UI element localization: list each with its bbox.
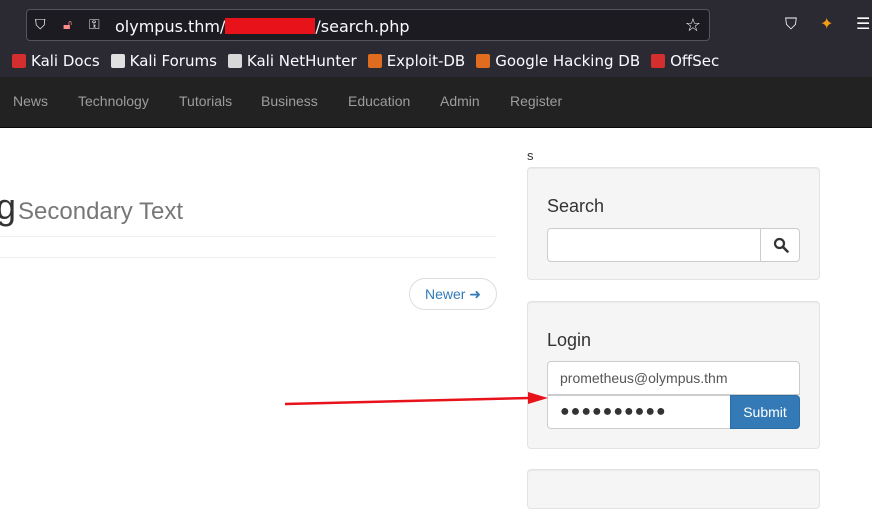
- login-widget: Login prometheus@olympus.thm ●●●●●●●●●● …: [527, 301, 820, 449]
- menu-icon[interactable]: ☰: [856, 14, 870, 33]
- address-bar[interactable]: ⛉ 🔓︎ ⚿ olympus.thm//search.php ☆: [26, 9, 710, 41]
- newer-button[interactable]: Newer ➜: [409, 278, 497, 310]
- shield-icon[interactable]: ⛉: [35, 17, 46, 33]
- pocket-icon[interactable]: ⛉: [785, 14, 797, 34]
- site-navbar: News Technology Tutorials Business Educa…: [0, 77, 872, 128]
- bookmark-label: OffSec: [670, 52, 720, 70]
- page-heading: gSecondary Text: [0, 186, 184, 227]
- offsec-icon: [651, 54, 666, 68]
- email-field[interactable]: prometheus@olympus.thm: [547, 361, 800, 395]
- insecure-lock-icon[interactable]: 🔓︎: [63, 17, 72, 33]
- page-heading-secondary: Secondary Text: [18, 198, 184, 225]
- bookmark-item[interactable]: Kali NetHunter: [227, 52, 357, 70]
- bookmark-item[interactable]: Google Hacking DB: [476, 52, 640, 70]
- bookmark-item[interactable]: Exploit-DB: [367, 52, 466, 70]
- search-title: Search: [547, 196, 605, 216]
- bookmark-item[interactable]: Kali Docs: [12, 52, 100, 70]
- exploit-db-icon: [367, 54, 382, 68]
- bookmarks-toolbar: Kali Docs Kali Forums Kali NetHunter Exploi…: [12, 51, 719, 71]
- search-input[interactable]: [547, 228, 761, 262]
- key-icon[interactable]: ⚿: [89, 17, 100, 33]
- stray-text: s: [527, 148, 534, 163]
- extension-icon[interactable]: ✦: [820, 14, 833, 33]
- bookmark-star-icon[interactable]: ☆: [685, 15, 701, 36]
- bookmark-label: Exploit-DB: [386, 52, 466, 70]
- bookmark-label: Kali NetHunter: [246, 52, 357, 70]
- search-widget: Search: [527, 167, 820, 280]
- nav-register[interactable]: Register: [510, 93, 562, 109]
- login-title: Login: [547, 330, 592, 350]
- nethunter-icon: [227, 54, 242, 68]
- browser-toolbar: ⛉ 🔓︎ ⚿ olympus.thm//search.php ☆ ⛉ ✦ ☰ K…: [0, 0, 872, 77]
- divider: [0, 257, 496, 258]
- nav-news[interactable]: News: [13, 93, 48, 109]
- sidebar-widget: [527, 469, 820, 509]
- annotation-arrow-shaft: [284, 396, 531, 406]
- bookmark-item[interactable]: OffSec: [651, 52, 719, 70]
- password-field[interactable]: ●●●●●●●●●●: [547, 395, 731, 429]
- nav-business[interactable]: Business: [261, 93, 318, 109]
- search-icon: [773, 237, 789, 253]
- url-text[interactable]: olympus.thm//search.php: [115, 17, 409, 36]
- divider: [0, 236, 496, 237]
- ghdb-icon: [476, 54, 491, 68]
- bookmark-item[interactable]: Kali Forums: [110, 52, 217, 70]
- nav-admin[interactable]: Admin: [440, 93, 480, 109]
- nav-technology[interactable]: Technology: [78, 93, 149, 109]
- redaction-mark: [225, 18, 316, 34]
- bookmark-label: Kali Forums: [129, 52, 217, 70]
- kali-docs-icon: [12, 54, 26, 68]
- nav-tutorials[interactable]: Tutorials: [179, 93, 232, 109]
- nav-education[interactable]: Education: [348, 93, 410, 109]
- submit-button[interactable]: Submit: [730, 395, 800, 429]
- search-button[interactable]: [760, 228, 800, 262]
- bookmark-label: Kali Docs: [31, 52, 100, 70]
- kali-dragon-icon: [110, 54, 125, 68]
- bookmark-label: Google Hacking DB: [495, 52, 641, 70]
